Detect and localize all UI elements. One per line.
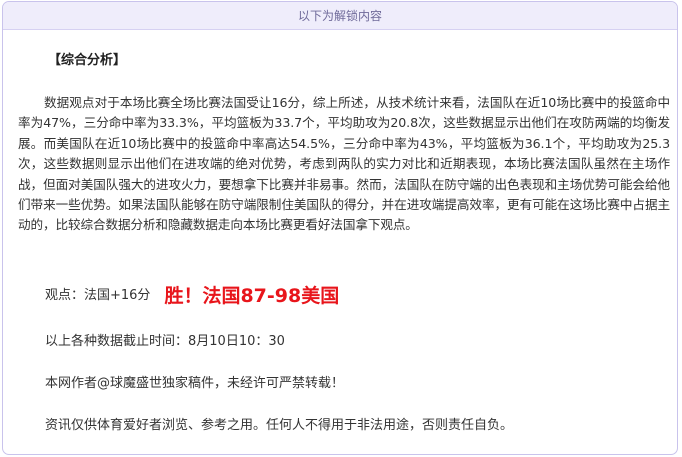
unlock-banner-label: 以下为解锁内容 (297, 9, 382, 23)
disclaimer-notice: 资讯仅供体育爱好者浏览、参考之用。任何人不得用于非法用途，否则责任自负。 (45, 418, 514, 433)
unlocked-content-card: 以下为解锁内容 【综合分析】 数据观点对于本场比赛全场比赛法国受让16分，综上所… (2, 1, 678, 455)
unlock-banner: 以下为解锁内容 (3, 2, 677, 30)
analysis-paragraph: 数据观点对于本场比赛全场比赛法国受让16分，综上所述，从技术统计来看，法国队在近… (18, 95, 670, 233)
data-cutoff-time: 以上各种数据截止时间：8月10日10：30 (45, 334, 285, 349)
section-title: 【综合分析】 (48, 53, 127, 68)
copyright-notice: 本网作者@球魔盛世独家稿件，未经许可严禁转载！ (45, 376, 345, 391)
prediction-result: 胜！法国87-98美国 (164, 285, 340, 307)
prediction-line: 观点：法国+16分 胜！法国87-98美国 (45, 285, 340, 307)
prediction-label: 观点：法国+16分 (45, 288, 151, 303)
